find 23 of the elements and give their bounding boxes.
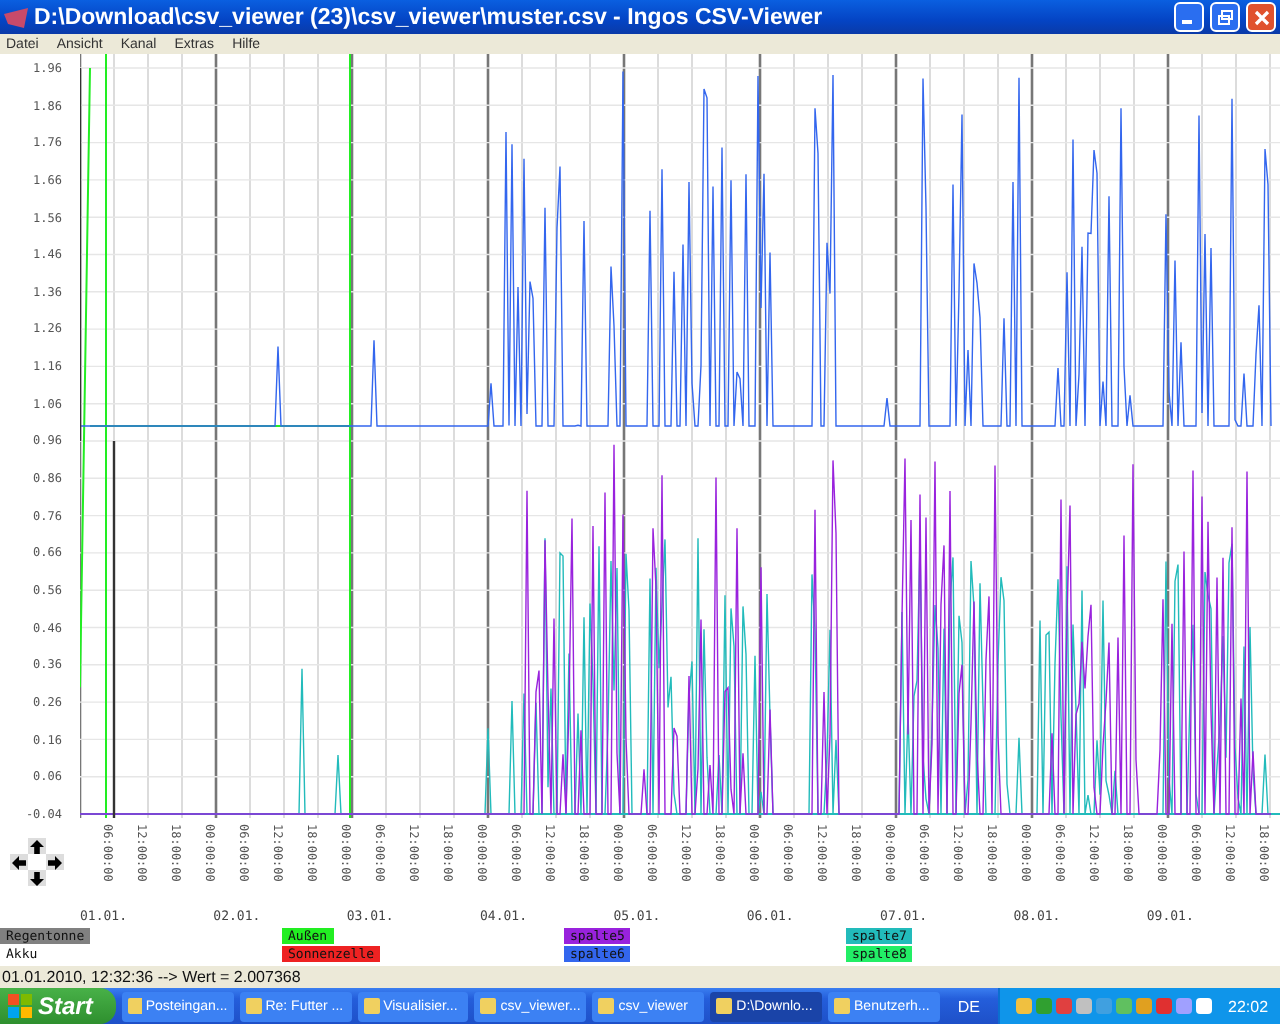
language-indicator[interactable]: DE [945, 997, 992, 1015]
scroll-up-button[interactable] [28, 838, 46, 855]
app-icon [598, 998, 615, 1014]
scroll-right-button[interactable] [46, 854, 64, 871]
app-icon [4, 7, 28, 28]
app-icon [127, 998, 142, 1014]
start-button[interactable]: Start [0, 988, 116, 1024]
app-icon [716, 998, 733, 1014]
status-text: 01.01.2010, 12:32:36 --> Wert = 2.007368 [2, 967, 301, 986]
app-icon [480, 998, 497, 1014]
scroll-down-button[interactable] [28, 870, 46, 887]
app-icon [245, 998, 262, 1014]
close-button[interactable] [1246, 2, 1276, 33]
app-icon [834, 998, 851, 1014]
minimize-button[interactable] [1174, 2, 1204, 33]
windows-logo-icon [8, 994, 32, 1018]
window-title: D:\Download\csv_viewer (23)\csv_viewer\muster.csv - Ingos CSV-Viewer [34, 5, 825, 30]
app-icon [363, 998, 380, 1014]
close-icon [1253, 9, 1269, 26]
clock: 22:02 [1228, 997, 1269, 1015]
restore-button[interactable] [1210, 2, 1240, 33]
restore-icon [1217, 9, 1233, 26]
scroll-left-button[interactable] [10, 854, 28, 871]
